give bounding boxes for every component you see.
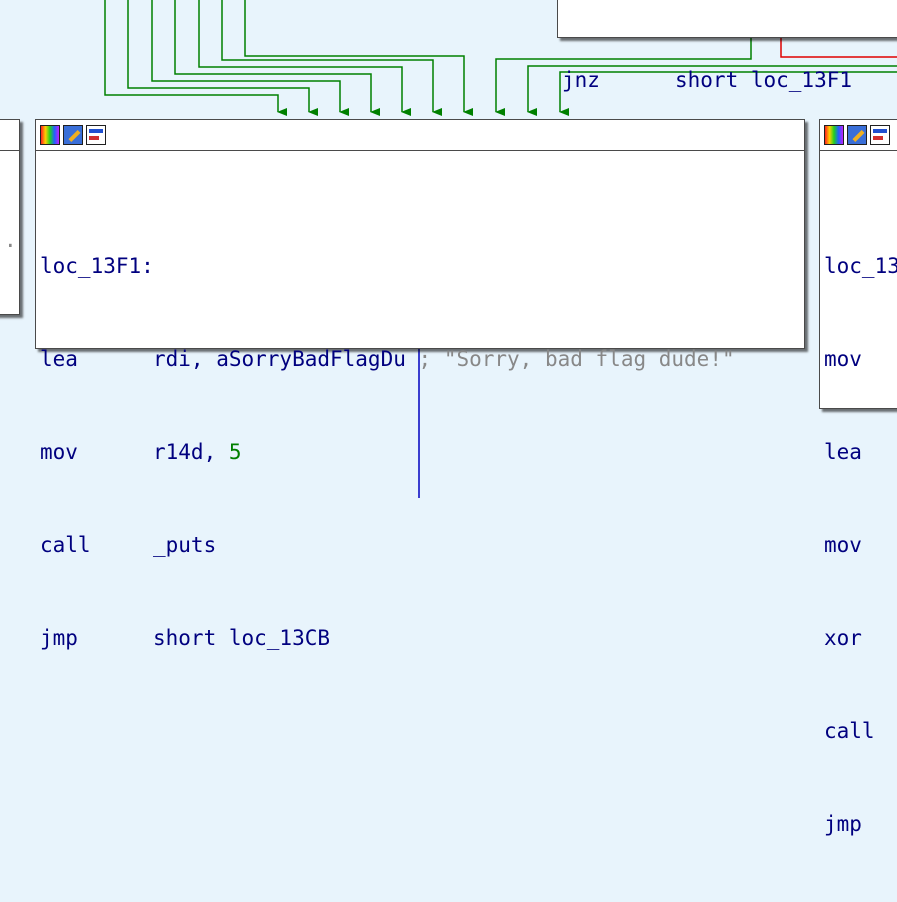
instr-mnemonic[interactable]: mov bbox=[824, 530, 897, 561]
instr-mov[interactable]: mov r14d, 5 bbox=[40, 437, 804, 468]
operand: rdi, aSorryBadFlagDu bbox=[153, 347, 406, 371]
mnemonic: jnz bbox=[562, 68, 600, 92]
block-label[interactable]: loc_13 bbox=[824, 251, 897, 282]
rename-edit-icon[interactable] bbox=[63, 125, 83, 145]
instr-mnemonic[interactable]: jmp bbox=[824, 809, 897, 840]
mnemonic: mov bbox=[40, 440, 78, 464]
operand: short loc_13F1 bbox=[675, 68, 853, 92]
instr-mnemonic[interactable]: mov bbox=[824, 344, 897, 375]
mnemonic: lea bbox=[40, 347, 78, 371]
rename-edit-icon[interactable] bbox=[847, 125, 867, 145]
color-palette-icon[interactable] bbox=[824, 125, 844, 145]
graph-overview-icon[interactable] bbox=[870, 125, 890, 145]
block-label[interactable]: loc_13F1: bbox=[40, 251, 804, 282]
operand: short loc_13CB bbox=[153, 626, 331, 650]
left-code-block[interactable]: . bbox=[0, 119, 20, 315]
node-header bbox=[820, 120, 897, 151]
instr-call[interactable]: call _puts bbox=[40, 530, 804, 561]
graph-overview-icon[interactable] bbox=[86, 125, 106, 145]
color-palette-icon[interactable] bbox=[40, 125, 60, 145]
top-jnz-line[interactable]: jnz short loc_13F1 bbox=[562, 65, 897, 96]
instr-lea[interactable]: lea rdi, aSorryBadFlagDu ; "Sorry, bad fl… bbox=[40, 344, 804, 375]
instr-mnemonic[interactable]: xor bbox=[824, 623, 897, 654]
mnemonic: call bbox=[40, 533, 91, 557]
instr-jmp[interactable]: jmp short loc_13CB bbox=[40, 623, 804, 654]
right-code-block[interactable]: loc_13 mov lea mov xor call jmp bbox=[819, 119, 897, 836]
operand: _puts bbox=[153, 533, 217, 557]
instr-mnemonic[interactable]: lea bbox=[824, 437, 897, 468]
left-fragment: . bbox=[4, 228, 17, 252]
top-code-block[interactable]: jnz short loc_13F1 bbox=[557, 0, 897, 92]
center-code-block[interactable]: loc_13F1: lea rdi, aSorryBadFlagDu ; "Sor… bbox=[35, 119, 805, 650]
string-comment: ; "Sorry, bad flag dude!" bbox=[418, 347, 735, 371]
node-header bbox=[36, 120, 804, 151]
mnemonic: jmp bbox=[40, 626, 78, 650]
instr-mnemonic[interactable]: call bbox=[824, 716, 897, 747]
operand-immediate: 5 bbox=[228, 440, 242, 464]
operand-register: r14d, bbox=[153, 440, 229, 464]
